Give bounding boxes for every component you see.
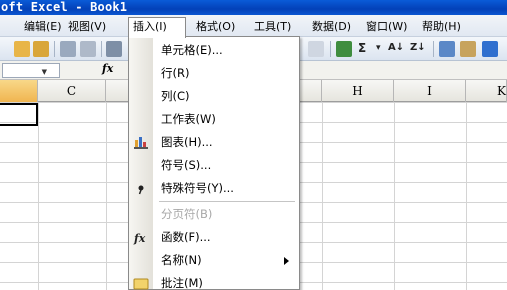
toolbar-separator xyxy=(330,41,331,57)
autosum-icon[interactable]: Σ xyxy=(358,40,366,56)
menu-item-special-symbol[interactable]: 特殊符号(Y)... xyxy=(129,177,299,200)
menu-item-rows[interactable]: 行(R) xyxy=(129,62,299,85)
open-icon[interactable] xyxy=(33,41,49,57)
menu-item-label: 名称(N) xyxy=(161,253,202,267)
column-header-k[interactable]: K xyxy=(466,80,507,102)
toolbar-separator xyxy=(433,41,434,57)
submenu-arrow-icon xyxy=(284,257,289,265)
column-header-i[interactable]: I xyxy=(394,80,466,102)
insert-menu: 单元格(E)... 行(R) 列(C) 工作表(W) 图表(H)... 符号(S… xyxy=(128,36,300,290)
menu-help[interactable]: 帮助(H) xyxy=(418,18,465,35)
menu-edit[interactable]: 编辑(E) xyxy=(20,18,66,35)
drawing-icon[interactable] xyxy=(460,41,476,57)
toolbar-separator xyxy=(101,41,102,57)
name-box[interactable]: ▼ xyxy=(2,63,60,78)
menu-item-worksheet[interactable]: 工作表(W) xyxy=(129,108,299,131)
special-symbol-icon xyxy=(138,185,144,195)
gridline xyxy=(322,102,323,290)
function-icon: fx xyxy=(133,232,146,245)
gridline xyxy=(466,102,467,290)
window-title: oft Excel - Book1 xyxy=(0,0,507,15)
menu-item-label: 图表(H)... xyxy=(161,135,213,149)
gridline xyxy=(106,102,107,290)
chart-icon xyxy=(134,137,148,149)
menu-item-label: 特殊符号(Y)... xyxy=(161,181,234,195)
menu-item-page-break: 分页符(B) xyxy=(129,203,299,226)
menu-item-columns[interactable]: 列(C) xyxy=(129,85,299,108)
zoom-icon[interactable] xyxy=(482,41,498,57)
menu-item-label: 行(R) xyxy=(161,66,190,80)
sort-descending-icon[interactable]: Z↓ xyxy=(410,40,426,56)
menu-bar: 编辑(E) 视图(V) 插入(I) 格式(O) 工具(T) 数据(D) 窗口(W… xyxy=(0,15,507,38)
insert-function-icon[interactable]: fx xyxy=(102,62,113,75)
menu-item-comment[interactable]: 批注(M) xyxy=(129,272,299,290)
menu-item-label: 分页符(B) xyxy=(161,207,213,221)
column-header-c[interactable]: C xyxy=(38,80,106,102)
redo-icon[interactable] xyxy=(308,41,324,57)
menu-item-label: 符号(S)... xyxy=(161,158,212,172)
chevron-down-icon[interactable]: ▼ xyxy=(42,68,47,76)
autosum-dropdown-icon[interactable]: ▾ xyxy=(376,40,381,56)
menu-separator xyxy=(159,201,295,202)
toolbar-separator xyxy=(54,41,55,57)
menu-item-name[interactable]: 名称(N) xyxy=(129,249,299,272)
menu-item-label: 单元格(E)... xyxy=(161,43,223,57)
column-header-h[interactable]: H xyxy=(322,80,394,102)
menu-item-symbol[interactable]: 符号(S)... xyxy=(129,154,299,177)
menu-item-function[interactable]: fx 函数(F)... xyxy=(129,226,299,249)
menu-item-label: 批注(M) xyxy=(161,276,203,290)
menu-item-label: 函数(F)... xyxy=(161,230,211,244)
menu-view[interactable]: 视图(V) xyxy=(64,18,110,35)
gridline xyxy=(394,102,395,290)
print-icon[interactable] xyxy=(60,41,76,57)
column-header-b[interactable] xyxy=(0,80,38,102)
active-cell[interactable] xyxy=(0,103,38,126)
menu-tools[interactable]: 工具(T) xyxy=(250,18,295,35)
menu-format[interactable]: 格式(O) xyxy=(192,18,239,35)
hyperlink-icon[interactable] xyxy=(336,41,352,57)
menu-item-cells[interactable]: 单元格(E)... xyxy=(129,39,299,62)
menu-item-chart[interactable]: 图表(H)... xyxy=(129,131,299,154)
menu-window[interactable]: 窗口(W) xyxy=(362,18,411,35)
chart-wizard-icon[interactable] xyxy=(439,41,455,57)
menu-item-label: 工作表(W) xyxy=(161,112,216,126)
new-icon[interactable] xyxy=(14,41,30,57)
menu-data[interactable]: 数据(D) xyxy=(308,18,355,35)
gridline xyxy=(38,102,39,290)
menu-insert[interactable]: 插入(I) xyxy=(128,17,186,38)
print-preview-icon[interactable] xyxy=(80,41,96,57)
comment-icon xyxy=(133,278,149,290)
spelling-icon[interactable] xyxy=(106,41,122,57)
svg-text:fx: fx xyxy=(133,232,146,245)
menu-item-label: 列(C) xyxy=(161,89,190,103)
sort-ascending-icon[interactable]: A↓ xyxy=(388,40,404,56)
